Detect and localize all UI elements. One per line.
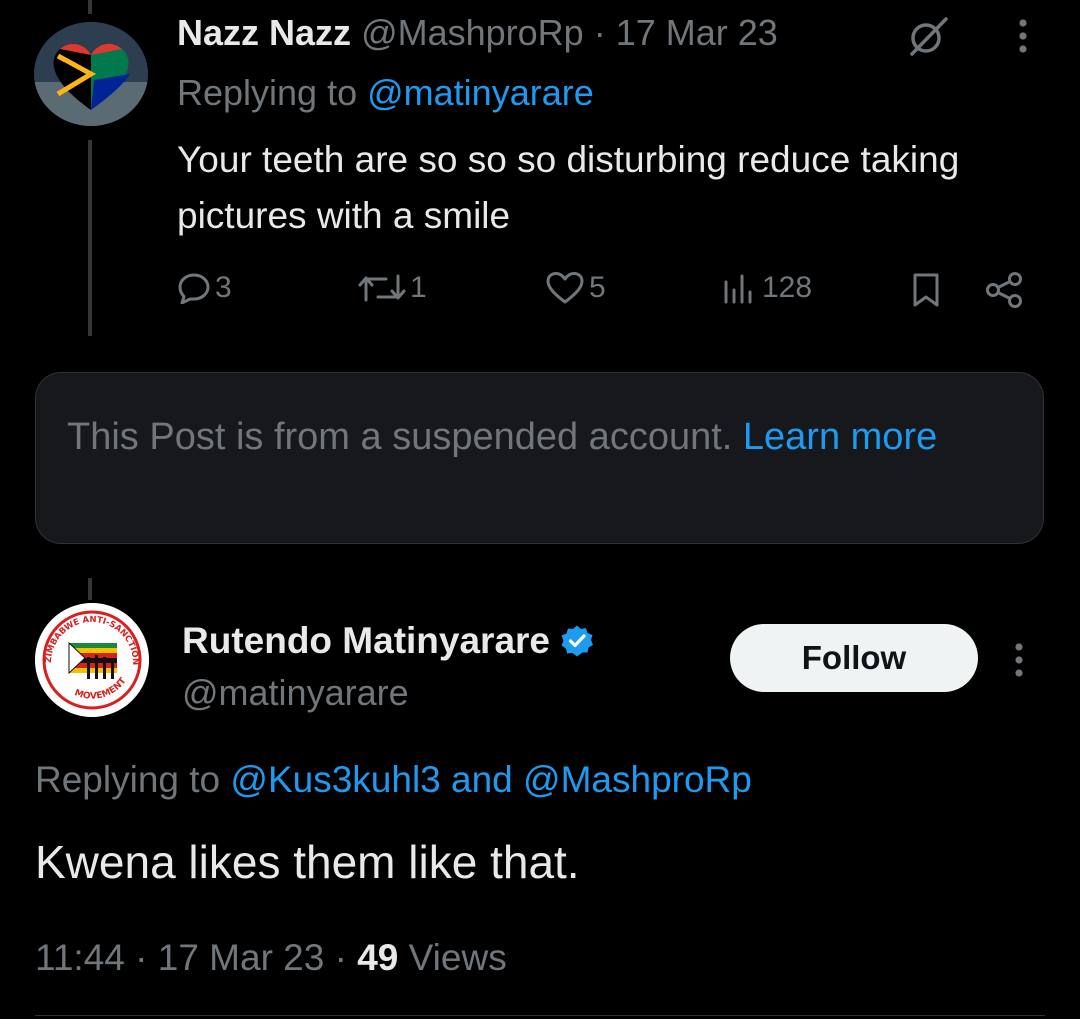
handle[interactable]: @MashproRp [361,12,584,53]
post-time[interactable]: 11:44 [35,937,125,978]
author-name-row: Rutendo Matinyarare [182,618,594,664]
separator: · [334,937,347,978]
like-count: 5 [589,271,606,304]
reply-header: Nazz Nazz @MashproRp · 17 Mar 23 [177,10,778,56]
views-icon [724,274,752,304]
anti-sanctions-logo-avatar: ZIMBABWE ANTI-SANCTIONS MOVEMENT [35,603,149,717]
suspended-notice: This Post is from a suspended account. L… [67,409,967,465]
post-date[interactable]: 17 Mar 23 [616,12,778,53]
replying-handles-link[interactable]: @Kus3kuhl3 and @MashproRp [230,759,751,800]
reply-count: 3 [215,271,232,304]
thread-line-top [88,0,92,14]
display-name[interactable]: Nazz Nazz [177,12,351,53]
like-button[interactable]: 5 [545,266,606,310]
repost-icon [358,274,406,302]
post-meta: 11:44 · 17 Mar 23 · 49 Views [35,935,507,981]
thread-line-main [88,578,92,600]
views-count: 49 [357,937,399,978]
share-button[interactable] [982,268,1026,312]
views-label: Views [408,937,507,978]
separator: · [593,12,606,53]
thread-line-reply [88,140,92,336]
post-date[interactable]: 17 Mar 23 [158,937,325,978]
bookmark-button[interactable] [906,268,946,312]
display-name[interactable]: Rutendo Matinyarare [182,618,550,664]
more-icon[interactable] [1008,14,1038,58]
repost-count: 1 [410,271,427,304]
post-text: Kwena likes them like that. [35,836,580,888]
reply-button[interactable]: 3 [177,266,232,310]
grok-icon[interactable] [902,14,954,58]
view-count: 128 [762,271,813,304]
like-icon [546,272,584,304]
handle[interactable]: @matinyarare [182,670,409,716]
repost-button[interactable]: 1 [358,266,427,310]
separator: · [135,937,148,978]
verified-badge-icon[interactable] [560,624,594,658]
replying-prefix: Replying to [177,72,358,113]
post-text: Your teeth are so so so disturbing reduc… [177,139,960,236]
suspended-post-card: This Post is from a suspended account. L… [35,372,1044,544]
views-button[interactable]: 128 [722,266,812,310]
avatar[interactable]: ZIMBABWE ANTI-SANCTIONS MOVEMENT [35,603,149,717]
more-icon[interactable] [1004,640,1034,680]
flag-heart-avatar-image [34,22,148,126]
replying-prefix: Replying to [35,759,221,800]
follow-button[interactable]: Follow [730,624,978,692]
avatar[interactable] [34,22,148,126]
divider [35,1015,1045,1016]
replying-to: Replying to @matinyarare [177,70,594,116]
bookmark-icon [913,273,939,307]
replying-to: Replying to @Kus3kuhl3 and @MashproRp [35,757,752,803]
learn-more-link[interactable]: Learn more [743,416,937,458]
suspended-text: This Post is from a suspended account. [67,416,733,458]
replying-handle-link[interactable]: @matinyarare [367,72,594,113]
share-icon [986,272,1022,308]
reply-icon [178,273,210,304]
